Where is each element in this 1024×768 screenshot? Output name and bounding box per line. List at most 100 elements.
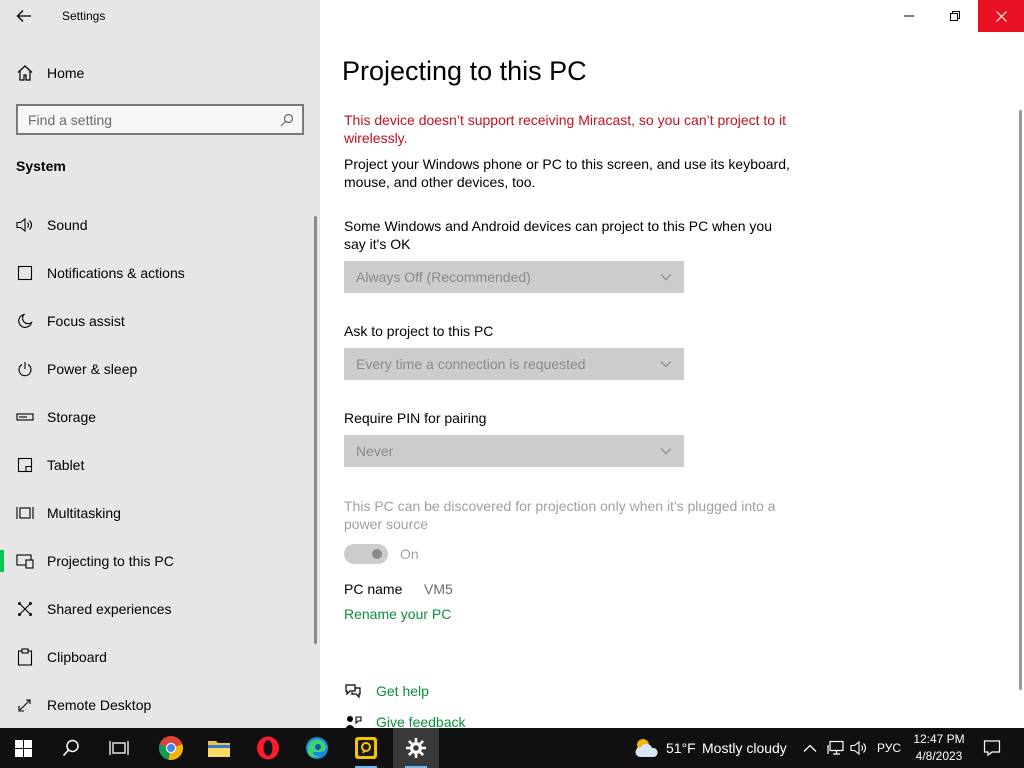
help-chat-icon: [343, 681, 363, 701]
miracast-warning: This device doesn’t support receiving Mi…: [344, 112, 786, 146]
taskbar-opera[interactable]: [245, 728, 291, 768]
close-button[interactable]: [978, 0, 1024, 32]
taskbar-app[interactable]: [343, 728, 389, 768]
chevron-up-icon[interactable]: [800, 738, 820, 758]
pc-name-label: PC name: [344, 581, 403, 597]
toggle-knob: [372, 549, 382, 559]
sidebar-item-label: Multitasking: [47, 505, 121, 521]
sidebar-item-remote-desktop[interactable]: Remote Desktop: [0, 681, 320, 729]
plugged-in-toggle[interactable]: [344, 544, 388, 564]
sidebar-item-multitasking[interactable]: Multitasking: [0, 489, 320, 537]
speaker-icon: [15, 215, 35, 235]
dropdown-value: Always Off (Recommended): [356, 269, 531, 285]
pc-name-value: VM5: [424, 581, 453, 597]
gear-icon: [406, 738, 426, 758]
taskbar-chrome[interactable]: [148, 728, 194, 768]
task-view-icon: [109, 741, 129, 755]
sidebar-item-label: Notifications & actions: [47, 265, 185, 281]
tablet-icon: [15, 455, 35, 475]
weather-temperature[interactable]: 51°F: [666, 740, 696, 756]
minimize-icon: [904, 15, 914, 17]
task-view-button[interactable]: [96, 728, 142, 768]
dropdown-value: Every time a connection is requested: [356, 356, 586, 372]
sidebar-item-label: Home: [47, 65, 85, 81]
taskbar-edge[interactable]: [294, 728, 340, 768]
back-button[interactable]: [8, 2, 40, 30]
sidebar-item-notifications[interactable]: Notifications & actions: [0, 249, 320, 297]
moon-icon: [15, 311, 35, 331]
search-input[interactable]: Find a setting: [16, 104, 304, 135]
sidebar: Settings Home Find a setting System Soun…: [0, 0, 320, 728]
sidebar-scrollbar[interactable]: [314, 216, 317, 644]
home-icon: [15, 63, 35, 83]
app-icon: [355, 737, 377, 759]
opera-icon: [257, 736, 279, 760]
start-button[interactable]: [0, 728, 46, 768]
clipboard-icon: [15, 647, 35, 667]
sidebar-item-tablet[interactable]: Tablet: [0, 441, 320, 489]
ask-to-project-label: Ask to project to this PC: [344, 323, 494, 339]
shared-icon: [15, 599, 35, 619]
sidebar-item-power-sleep[interactable]: Power & sleep: [0, 345, 320, 393]
sidebar-item-shared-experiences[interactable]: Shared experiences: [0, 585, 320, 633]
sidebar-item-label: Focus assist: [47, 313, 125, 329]
chevron-down-icon: [660, 274, 672, 281]
project-permission-dropdown[interactable]: Always Off (Recommended): [344, 261, 684, 293]
windows-logo-icon: [14, 739, 32, 757]
weather-description[interactable]: Mostly cloudy: [702, 740, 787, 756]
taskbar-file-explorer[interactable]: [196, 728, 242, 768]
clock-date: 4/8/2023: [915, 749, 963, 763]
section-title: System: [16, 158, 66, 174]
sidebar-item-label: Storage: [47, 409, 97, 425]
sidebar-nav: Sound Notifications & actions Focus assi…: [0, 201, 320, 729]
sidebar-item-label: Sound: [47, 217, 88, 233]
chevron-down-icon: [660, 448, 672, 455]
get-help-link[interactable]: Get help: [376, 683, 429, 699]
clock-time: 12:47 PM: [913, 732, 965, 746]
taskbar: 51°F Mostly cloudy РУС 12:47 PM 4/8/2023: [0, 728, 1024, 768]
taskbar-settings[interactable]: [393, 728, 439, 768]
multitasking-icon: [15, 503, 35, 523]
require-pin-label: Require PIN for pairing: [344, 410, 487, 426]
restore-button[interactable]: [932, 0, 978, 32]
network-icon[interactable]: [826, 738, 846, 758]
projector-icon: [15, 551, 35, 571]
storage-icon: [15, 407, 35, 427]
ask-to-project-dropdown[interactable]: Every time a connection is requested: [344, 348, 684, 380]
sidebar-item-sound[interactable]: Sound: [0, 201, 320, 249]
close-icon: [995, 10, 1007, 22]
rename-pc-link[interactable]: Rename your PC: [344, 606, 451, 622]
search-icon: [280, 113, 294, 126]
power-icon: [15, 359, 35, 379]
sidebar-item-label: Clipboard: [47, 649, 107, 665]
toggle-state-label: On: [400, 546, 419, 562]
page-description: Project your Windows phone or PC to this…: [344, 156, 790, 190]
selection-indicator: [0, 550, 4, 572]
search-button[interactable]: [48, 728, 94, 768]
back-arrow-icon: [16, 10, 31, 22]
require-pin-dropdown[interactable]: Never: [344, 435, 684, 467]
sidebar-item-label: Tablet: [47, 457, 85, 473]
minimize-button[interactable]: [886, 0, 932, 32]
app-title: Settings: [62, 9, 106, 23]
sidebar-item-label: Remote Desktop: [47, 697, 152, 713]
remote-desktop-icon: [15, 695, 35, 715]
taskbar-clock[interactable]: 12:47 PM 4/8/2023: [906, 731, 972, 765]
notification-icon: [15, 263, 35, 283]
sidebar-item-clipboard[interactable]: Clipboard: [0, 633, 320, 681]
folder-icon: [208, 741, 230, 757]
sidebar-item-storage[interactable]: Storage: [0, 393, 320, 441]
main-scrollbar[interactable]: [1019, 110, 1022, 690]
sidebar-item-projecting[interactable]: Projecting to this PC: [0, 537, 320, 585]
notification-center-icon[interactable]: [982, 738, 1002, 758]
input-language-indicator[interactable]: РУС: [877, 741, 901, 755]
search-placeholder: Find a setting: [28, 111, 113, 128]
page-title: Projecting to this PC: [342, 56, 587, 86]
project-permission-label: Some Windows and Android devices can pro…: [344, 218, 773, 252]
sidebar-item-label: Shared experiences: [47, 601, 172, 617]
volume-icon[interactable]: [849, 738, 869, 758]
weather-cloud-icon: [634, 736, 660, 760]
sidebar-item-focus-assist[interactable]: Focus assist: [0, 297, 320, 345]
sidebar-item-home[interactable]: Home: [0, 56, 320, 90]
chrome-icon: [159, 736, 183, 760]
